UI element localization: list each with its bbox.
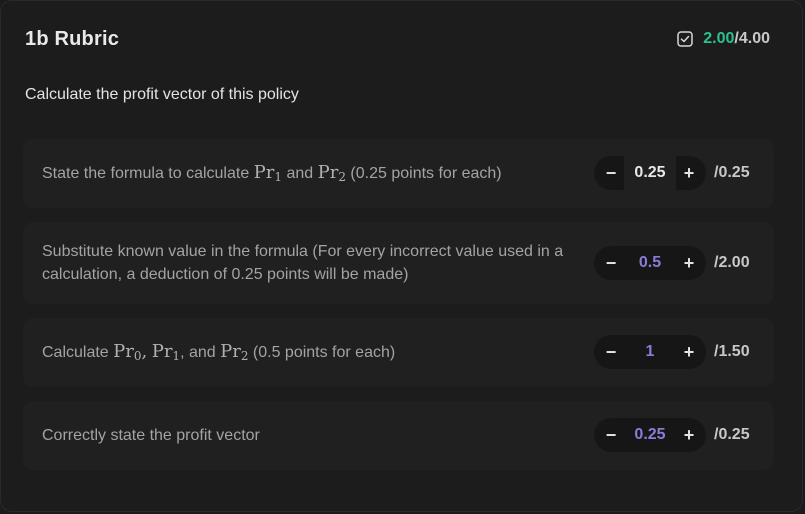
text-segment: , and xyxy=(180,344,221,361)
text-segment: State the formula to calculate xyxy=(42,165,254,182)
score-input[interactable]: 1 xyxy=(618,343,682,361)
rubric-item-text: Substitute known value in the formula (F… xyxy=(42,243,564,283)
score-display: 2.00/4.00 xyxy=(677,30,770,48)
rubric-item: State the formula to calculate Pr1 and P… xyxy=(23,139,774,208)
score-stepper: − 0.25 + xyxy=(594,156,706,190)
math-subscript: 2 xyxy=(338,170,346,184)
score-max: /4.00 xyxy=(734,30,770,47)
score-stepper: − 0.5 + xyxy=(594,246,706,280)
decrement-button[interactable]: − xyxy=(604,425,618,446)
rubric-title: 1b Rubric xyxy=(25,27,120,50)
max-points: /0.25 xyxy=(714,164,750,181)
max-points: /1.50 xyxy=(714,343,750,360)
math-pr2: Pr2 xyxy=(220,341,248,362)
math-subscript: 0 xyxy=(133,349,142,363)
math-symbol: Pr xyxy=(113,341,134,362)
rubric-item: Correctly state the profit vector − 0.25… xyxy=(23,401,774,470)
increment-button[interactable]: + xyxy=(682,425,696,446)
text-segment: (0.5 points for each) xyxy=(248,344,396,361)
max-points: /0.25 xyxy=(714,426,750,443)
math-comma: , xyxy=(141,341,148,362)
math-symbol: Pr xyxy=(220,341,241,362)
rubric-item: Calculate Pr0, Pr1, and Pr2 (0.5 points … xyxy=(23,318,774,387)
score-input[interactable]: 0.5 xyxy=(618,254,682,272)
math-subscript: 1 xyxy=(274,170,283,184)
score-input[interactable]: 0.25 xyxy=(618,426,682,444)
score-input[interactable]: 0.25 xyxy=(624,156,676,190)
rubric-item-text: Correctly state the profit vector xyxy=(42,427,260,444)
math-symbol: Pr xyxy=(317,162,339,183)
checkbox-checked-icon[interactable] xyxy=(677,31,694,47)
text-segment: and xyxy=(282,165,318,182)
math-pr0: Pr0, xyxy=(113,341,147,362)
rubric-panel: 1b Rubric 2.00/4.00 Calculate the profit… xyxy=(0,0,803,512)
text-segment: (0.25 points for each) xyxy=(345,165,502,182)
increment-button[interactable]: + xyxy=(682,253,696,274)
score-stepper: − 1 + xyxy=(594,335,706,369)
math-pr2: Pr2 xyxy=(318,162,346,183)
text-segment: Calculate xyxy=(42,344,114,361)
decrement-button[interactable]: − xyxy=(604,342,618,363)
increment-button[interactable]: + xyxy=(682,342,696,363)
math-subscript: 1 xyxy=(172,349,181,363)
increment-button[interactable]: + xyxy=(682,163,696,184)
score-stepper: − 0.25 + xyxy=(594,418,706,452)
score-earned: 2.00 xyxy=(703,30,735,47)
rubric-item-text: State the formula to calculate Pr1 and P… xyxy=(42,161,587,185)
math-pr1: Pr1 xyxy=(152,341,180,362)
question-prompt: Calculate the profit vector of this poli… xyxy=(25,86,299,103)
math-symbol: Pr xyxy=(151,341,173,362)
decrement-button[interactable]: − xyxy=(604,163,618,184)
rubric-item-text: Calculate Pr0, Pr1, and Pr2 (0.5 points … xyxy=(42,340,587,364)
rubric-header: 1b Rubric 2.00/4.00 xyxy=(25,27,770,51)
math-symbol: Pr xyxy=(253,162,275,183)
math-pr1: Pr1 xyxy=(254,162,282,183)
max-points: /2.00 xyxy=(714,254,750,271)
rubric-item: Substitute known value in the formula (F… xyxy=(23,222,774,304)
decrement-button[interactable]: − xyxy=(604,253,618,274)
